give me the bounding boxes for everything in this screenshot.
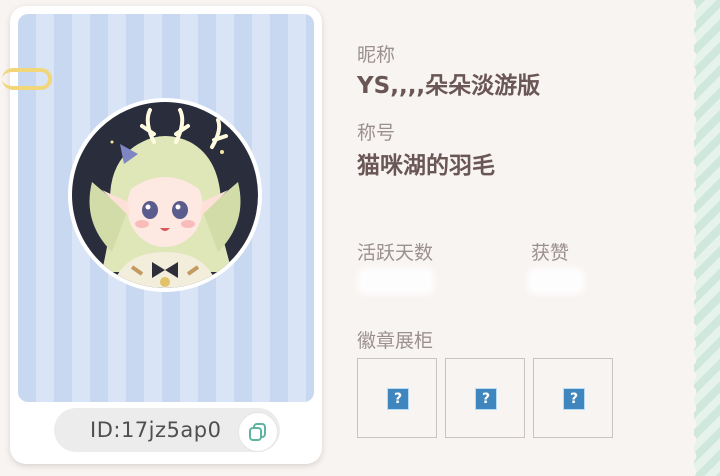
question-mark-icon: ? — [563, 388, 585, 410]
question-mark-icon: ? — [475, 388, 497, 410]
nickname-value: YS,,,,朵朵淡游版 — [357, 73, 541, 99]
copy-id-button[interactable] — [238, 412, 278, 452]
paperclip-icon — [2, 68, 52, 90]
avatar[interactable] — [68, 98, 262, 292]
profile-card: ID:17jz5ap0 — [2, 6, 322, 464]
badge-slot-2[interactable]: ? — [445, 358, 525, 438]
copy-icon — [249, 423, 266, 441]
badges-label: 徽章展柜 — [357, 330, 434, 352]
avatar-image — [72, 102, 258, 288]
title-label: 称号 — [357, 122, 396, 144]
id-pill: ID:17jz5ap0 — [54, 408, 280, 452]
likes-value — [528, 268, 584, 294]
likes-label: 获赞 — [531, 242, 570, 264]
scalloped-edge — [690, 0, 702, 476]
badge-slot-1[interactable]: ? — [357, 358, 437, 438]
active-days-value — [358, 268, 434, 294]
title-value: 猫咪湖的羽毛 — [357, 153, 495, 179]
nickname-label: 昵称 — [357, 44, 396, 66]
active-days-label: 活跃天数 — [357, 242, 434, 264]
badge-slot-3[interactable]: ? — [533, 358, 613, 438]
question-mark-icon: ? — [387, 388, 409, 410]
player-id: ID:17jz5ap0 — [90, 418, 222, 442]
